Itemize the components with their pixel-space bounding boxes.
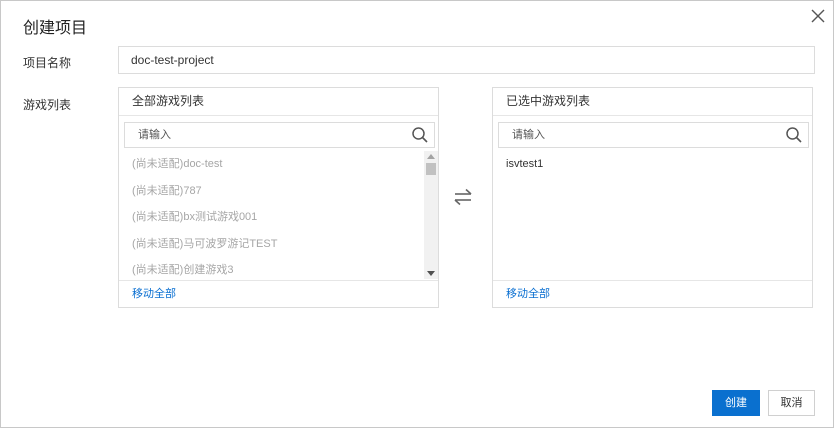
selected-games-list: isvtest1 <box>493 151 812 279</box>
list-item[interactable]: isvtest1 <box>493 151 812 178</box>
all-games-header: 全部游戏列表 <box>119 88 438 116</box>
create-button[interactable]: 创建 <box>712 390 760 416</box>
cancel-button[interactable]: 取消 <box>768 390 815 416</box>
scroll-thumb[interactable] <box>426 163 436 175</box>
move-all-left-link[interactable]: 移动全部 <box>119 280 438 307</box>
project-name-label: 项目名称 <box>23 56 72 70</box>
list-item: (尚未适配)doc-test <box>132 158 223 170</box>
swap-arrows-icon[interactable] <box>453 187 473 207</box>
search-icon[interactable] <box>411 126 429 144</box>
all-games-panel: 全部游戏列表 (尚未适配)doc-test (尚未适配)787 (尚未适配)bx测试… <box>118 87 439 308</box>
close-icon[interactable] <box>807 5 829 27</box>
list-item: (尚未适配)787 <box>132 184 202 197</box>
scroll-up-icon[interactable] <box>427 154 435 159</box>
move-all-right-link[interactable]: 移动全部 <box>493 280 812 307</box>
project-name-input[interactable] <box>118 46 815 74</box>
list-item: (尚未适配)创建游戏3 <box>132 264 234 276</box>
list-item: (尚未适配)马可波罗游记TEST <box>132 237 278 250</box>
all-games-search <box>124 122 435 148</box>
all-games-scrollbar[interactable] <box>424 151 438 279</box>
scroll-down-icon[interactable] <box>427 271 435 276</box>
create-project-dialog: 创建项目 项目名称 游戏列表 全部游戏列表 (尚未适配)doc-test(尚未适… <box>0 0 834 428</box>
all-games-list: (尚未适配)doc-test (尚未适配)787 (尚未适配)bx测试游戏001 (尚… <box>119 151 438 279</box>
selected-games-search-input[interactable] <box>499 123 779 147</box>
selected-games-search <box>498 122 809 148</box>
selected-games-header: 已选中游戏列表 <box>493 88 812 116</box>
dialog-title: 创建项目 <box>23 20 88 37</box>
all-games-search-input[interactable] <box>125 123 405 147</box>
search-icon[interactable] <box>785 126 803 144</box>
selected-games-panel: 已选中游戏列表 isvtest1 移动全部 <box>492 87 813 308</box>
list-item: (尚未适配)bx测试游戏001 <box>132 211 258 223</box>
game-list-label: 游戏列表 <box>23 98 72 112</box>
